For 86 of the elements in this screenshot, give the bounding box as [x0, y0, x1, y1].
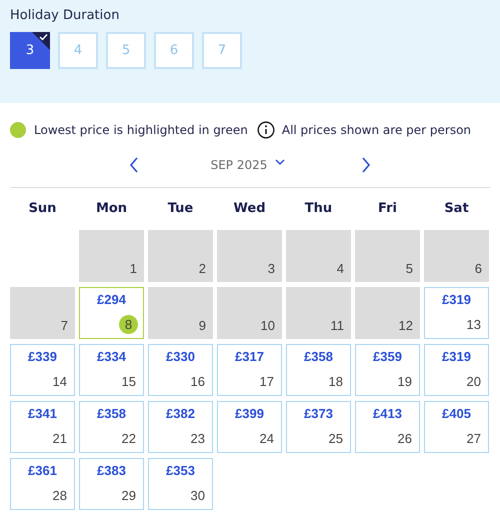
date-price-cell[interactable]: £339 14: [10, 344, 75, 396]
unavailable-day: 5: [355, 230, 420, 282]
date-price-cell[interactable]: £319 13: [424, 287, 489, 339]
price-text: £373: [303, 406, 334, 421]
price-text: £399: [234, 406, 265, 421]
date-price-cell[interactable]: £319 20: [424, 344, 489, 396]
day-number: 14: [52, 374, 67, 389]
price-text: £413: [372, 406, 403, 421]
day-number: 19: [398, 374, 412, 389]
unavailable-day: 4: [286, 230, 351, 282]
price-text: £334: [96, 349, 127, 364]
date-price-cell[interactable]: £294 8: [79, 287, 144, 339]
day-number: 18: [328, 374, 343, 389]
weekday-label: Tue: [166, 201, 194, 218]
weekday-label: Sat: [443, 201, 470, 218]
date-price-cell[interactable]: £359 19: [355, 344, 420, 396]
date-price-cell[interactable]: £413 26: [355, 401, 420, 453]
duration-option[interactable]: 3: [10, 32, 50, 69]
price-text: £353: [165, 463, 196, 478]
date-price-cell[interactable]: £405 27: [424, 401, 489, 453]
price-text: £361: [27, 463, 58, 478]
day-number: 22: [122, 431, 136, 446]
unavailable-day: 6: [424, 230, 489, 282]
day-number: 30: [190, 488, 205, 503]
date-price-cell[interactable]: £341 21: [10, 401, 75, 453]
price-text: £339: [27, 349, 58, 364]
day-number: 23: [190, 431, 205, 446]
day-number: 17: [260, 374, 274, 389]
legend-text: Lowest price is highlighted in green: [34, 123, 248, 137]
price-text: £405: [441, 406, 472, 421]
price-text: £383: [96, 463, 127, 478]
month-dropdown[interactable]: SEP 2025: [210, 158, 286, 172]
unavailable-day: 11: [286, 287, 351, 339]
unavailable-day: 3: [217, 230, 282, 282]
unavailable-day: 7: [10, 287, 75, 339]
day-number: 15: [122, 374, 136, 389]
day-number: 25: [328, 431, 343, 446]
price-text: £330: [165, 349, 196, 364]
price-text: £358: [96, 406, 127, 421]
date-price-cell[interactable]: £317 17: [217, 344, 282, 396]
price-text: £317: [234, 349, 265, 364]
price-text: £319: [441, 349, 472, 364]
price-text: £341: [27, 406, 58, 421]
day-number: 26: [398, 431, 412, 446]
weekday-label: Fri: [377, 201, 398, 218]
day-number: 24: [260, 431, 274, 446]
day-number: 21: [52, 431, 67, 446]
weekday-label: Sun: [28, 201, 58, 218]
date-price-cell[interactable]: £373 25: [286, 401, 351, 453]
unavailable-day: 12: [355, 287, 420, 339]
check-icon: [32, 32, 50, 50]
date-price-cell[interactable]: £361 28: [10, 458, 75, 510]
chevron-right-icon: [361, 157, 372, 173]
info-icon: [256, 121, 275, 139]
unavailable-day: 10: [217, 287, 282, 339]
weekday-label: Thu: [304, 201, 334, 218]
section-title: Holiday Duration: [10, 8, 120, 23]
date-price-cell[interactable]: £334 15: [79, 344, 144, 396]
date-price-cell[interactable]: £358 18: [286, 344, 351, 396]
day-number: 20: [466, 374, 481, 389]
date-price-cell[interactable]: £383 29: [79, 458, 144, 510]
legend-dot-icon: [10, 122, 26, 138]
price-text: £294: [96, 292, 127, 307]
unavailable-day: 2: [148, 230, 213, 282]
day-number: 28: [52, 488, 67, 503]
date-price-cell[interactable]: £399 24: [217, 401, 282, 453]
price-text: £358: [303, 349, 334, 364]
day-number: 29: [122, 488, 136, 503]
day-number: 27: [466, 431, 481, 446]
date-price-cell[interactable]: £382 23: [148, 401, 213, 453]
unavailable-day: 1: [79, 230, 144, 282]
info-text: All prices shown are per person: [282, 123, 472, 137]
date-price-cell[interactable]: £353 30: [148, 458, 213, 510]
date-price-cell[interactable]: £330 16: [148, 344, 213, 396]
chevron-down-icon: [275, 158, 286, 166]
price-text: £382: [165, 406, 196, 421]
price-text: £319: [441, 292, 472, 307]
weekday-label: Wed: [232, 201, 266, 218]
day-number: 16: [190, 374, 205, 389]
date-price-cell[interactable]: £358 22: [79, 401, 144, 453]
price-text: £359: [372, 349, 403, 364]
weekday-label: Mon: [94, 201, 128, 218]
day-number: 13: [466, 317, 481, 332]
unavailable-day: 9: [148, 287, 213, 339]
day-badge: 8: [119, 315, 138, 334]
chevron-left-icon: [128, 157, 139, 173]
